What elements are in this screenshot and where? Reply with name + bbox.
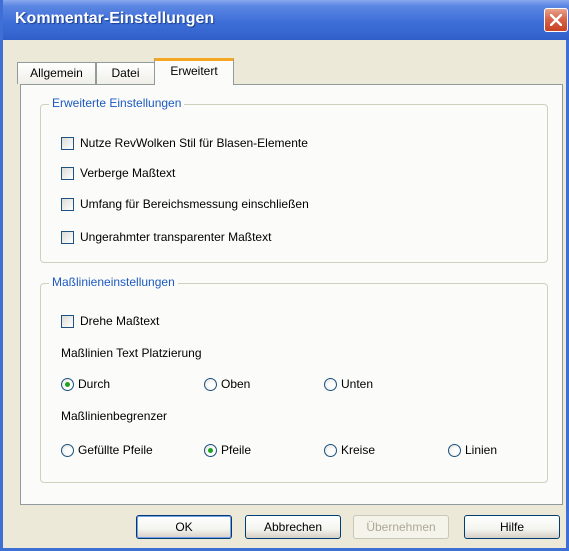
close-button[interactable] <box>544 8 568 32</box>
tab-erweitert[interactable]: Erweitert <box>154 58 234 85</box>
circles-label[interactable]: Kreise <box>341 443 375 457</box>
placement-unten-radio[interactable] <box>324 377 337 391</box>
terminator-circles[interactable]: Kreise <box>324 441 375 459</box>
placement-durch[interactable]: Durch <box>61 375 110 393</box>
apply-button[interactable]: Übernehmen <box>353 515 449 539</box>
filled-arrows-label[interactable]: Gefüllte Pfeile <box>78 443 153 457</box>
transparent-text-label[interactable]: Ungerahmter transparenter Maßtext <box>80 230 271 244</box>
tab-allgemein[interactable]: Allgemein <box>17 62 96 84</box>
window-title: Kommentar-Einstellungen <box>15 10 215 27</box>
cancel-button[interactable]: Abbrechen <box>245 515 341 539</box>
checkbox-row-rotate[interactable]: Drehe Maßtext <box>61 312 159 330</box>
transparent-text-checkbox[interactable] <box>61 230 74 244</box>
filled-arrows-radio[interactable] <box>61 443 74 457</box>
revwolken-checkbox[interactable] <box>61 136 74 150</box>
placement-durch-radio[interactable] <box>61 377 74 391</box>
placement-durch-label[interactable]: Durch <box>78 377 110 391</box>
circles-radio[interactable] <box>324 443 337 457</box>
placement-unten-label[interactable]: Unten <box>341 377 373 391</box>
arrows-label[interactable]: Pfeile <box>221 443 251 457</box>
rotate-text-label[interactable]: Drehe Maßtext <box>80 314 159 328</box>
lines-label[interactable]: Linien <box>465 443 497 457</box>
checkbox-row-perimeter[interactable]: Umfang für Bereichsmessung einschließen <box>61 195 309 213</box>
lines-radio[interactable] <box>448 443 461 457</box>
arrows-radio[interactable] <box>204 443 217 457</box>
tab-panel-erweitert: Erweiterte Einstellungen Nutze RevWolken… <box>20 84 563 505</box>
placement-oben-label[interactable]: Oben <box>221 377 250 391</box>
close-icon <box>550 14 562 26</box>
terminator-filled-arrows[interactable]: Gefüllte Pfeile <box>61 441 153 459</box>
advanced-settings-legend: Erweiterte Einstellungen <box>49 96 185 110</box>
dialog-window: Kommentar-Einstellungen Allgemein Datei … <box>0 0 569 551</box>
placement-label: Maßlinien Text Platzierung <box>61 346 202 360</box>
hide-text-checkbox[interactable] <box>61 166 74 180</box>
title-bar[interactable]: Kommentar-Einstellungen <box>3 0 569 40</box>
terminator-lines[interactable]: Linien <box>448 441 497 459</box>
help-button[interactable]: Hilfe <box>464 515 560 539</box>
checkbox-row-revwolken[interactable]: Nutze RevWolken Stil für Blasen-Elemente <box>61 134 308 152</box>
hide-text-label[interactable]: Verberge Maßtext <box>80 166 175 180</box>
terminator-label: Maßlinienbegrenzer <box>61 409 168 423</box>
tab-datei[interactable]: Datei <box>96 62 155 84</box>
perimeter-label[interactable]: Umfang für Bereichsmessung einschließen <box>80 197 309 211</box>
placement-oben-radio[interactable] <box>204 377 217 391</box>
ok-button[interactable]: OK <box>136 515 232 539</box>
perimeter-checkbox[interactable] <box>61 197 74 211</box>
checkbox-row-hide-text[interactable]: Verberge Maßtext <box>61 164 175 182</box>
revwolken-label[interactable]: Nutze RevWolken Stil für Blasen-Elemente <box>80 136 308 150</box>
checkbox-row-transparent[interactable]: Ungerahmter transparenter Maßtext <box>61 228 271 246</box>
terminator-arrows[interactable]: Pfeile <box>204 441 251 459</box>
rotate-text-checkbox[interactable] <box>61 314 74 328</box>
placement-unten[interactable]: Unten <box>324 375 373 393</box>
dimension-settings-legend: Maßlinieneinstellungen <box>49 275 178 289</box>
placement-oben[interactable]: Oben <box>204 375 250 393</box>
